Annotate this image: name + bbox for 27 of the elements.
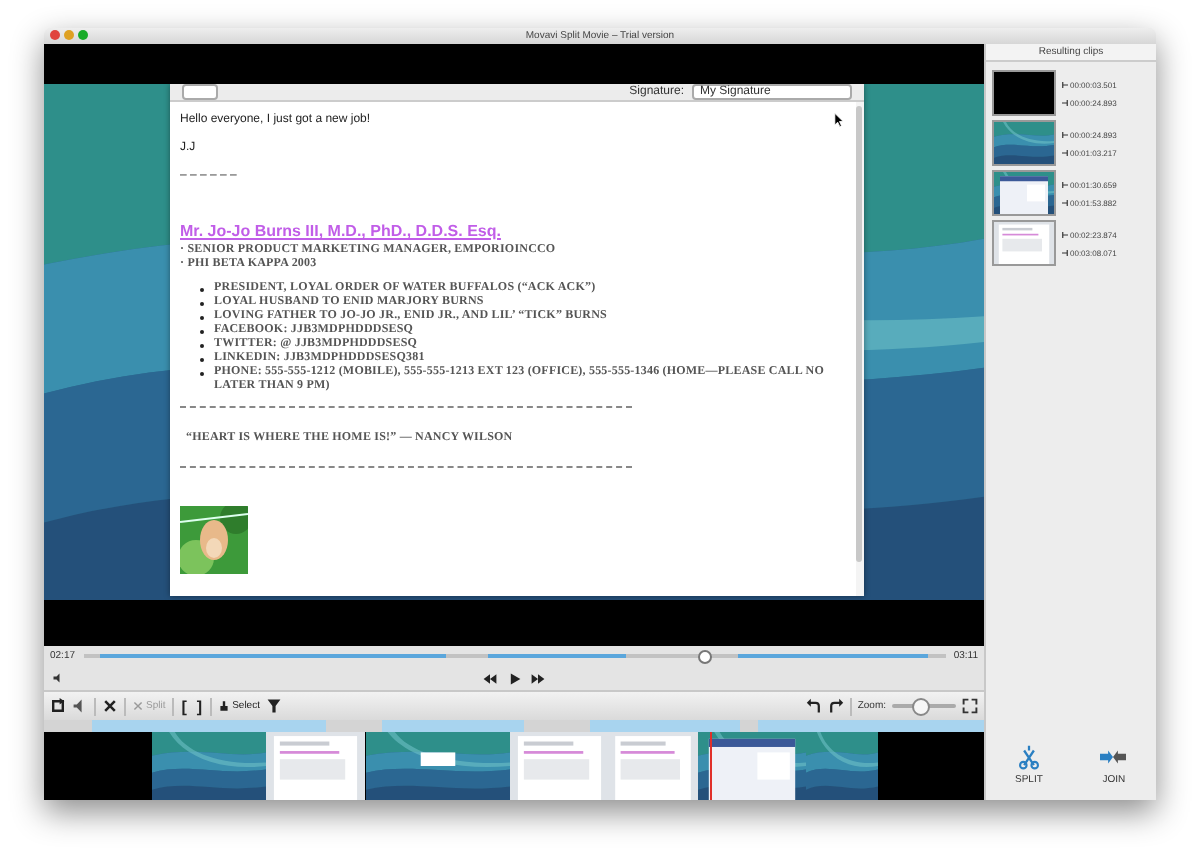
- end-marker-icon: [1062, 149, 1068, 155]
- start-marker-icon: [1062, 131, 1068, 137]
- hand-icon: [218, 700, 231, 712]
- speaker-icon[interactable]: [72, 698, 88, 714]
- start-marker-icon: [1062, 81, 1068, 87]
- rewind-icon[interactable]: [482, 671, 498, 685]
- fast-forward-icon[interactable]: [530, 671, 546, 685]
- scissors-icon: [1015, 743, 1042, 769]
- redo-icon[interactable]: [827, 698, 844, 714]
- cross-icon: [132, 700, 144, 712]
- delete-icon[interactable]: [102, 698, 118, 714]
- seek-handle[interactable]: [698, 650, 713, 664]
- start-marker-icon: [1062, 231, 1068, 237]
- end-marker-icon: [1062, 249, 1068, 255]
- play-icon[interactable]: [506, 671, 522, 685]
- mark-out-button[interactable]: ]: [194, 697, 205, 715]
- end-marker-icon: [1062, 199, 1068, 205]
- zoom-button[interactable]: [78, 30, 88, 40]
- zoom-handle[interactable]: [912, 698, 931, 716]
- mark-in-button[interactable]: [: [179, 697, 189, 715]
- fullscreen-icon[interactable]: [962, 698, 978, 714]
- close-button[interactable]: [50, 30, 60, 40]
- end-marker-icon: [1062, 99, 1068, 105]
- rotate-icon[interactable]: [50, 698, 66, 714]
- undo-icon[interactable]: [805, 698, 822, 714]
- start-marker-icon: [1062, 181, 1068, 187]
- volume-icon[interactable]: [52, 672, 64, 684]
